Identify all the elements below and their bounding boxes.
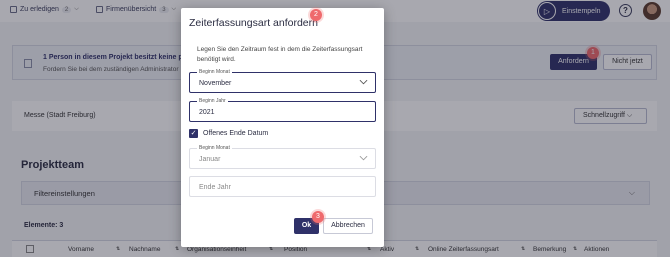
begin-jahr-label: Beginn Jahr	[197, 98, 228, 104]
begin-monat-label: Beginn Monat	[197, 69, 232, 75]
ende-jahr-field: Ende Jahr	[189, 176, 376, 197]
ende-jahr-placeholder: Ende Jahr	[199, 184, 231, 191]
ende-monat-value: Januar	[199, 156, 221, 163]
begin-monat-select[interactable]: Beginn Monat November	[189, 69, 376, 93]
offenes-ende-label: Offenes Ende Datum	[203, 130, 269, 137]
begin-jahr-value: 2021	[199, 109, 215, 116]
chevron-down-icon	[359, 155, 368, 161]
ende-monat-label: Beginn Monat	[197, 145, 232, 151]
chevron-down-icon	[359, 79, 368, 85]
begin-monat-value: November	[199, 80, 232, 87]
step-marker-2: 2	[310, 9, 322, 21]
ende-monat-select: Beginn Monat Januar	[189, 145, 376, 169]
dialog-title: Zeiterfassungsart anfordern	[189, 17, 318, 29]
zeiterfassungsart-dialog: Zeiterfassungsart anfordern Legen Sie de…	[181, 8, 384, 247]
step-marker-3: 3	[312, 211, 324, 223]
offenes-ende-checkbox[interactable]: ✓	[189, 129, 198, 138]
offenes-ende-checkbox-row[interactable]: ✓ Offenes Ende Datum	[189, 129, 268, 138]
abbrechen-button[interactable]: Abbrechen	[323, 218, 373, 234]
dialog-description: Legen Sie den Zeitraum fest in dem die Z…	[197, 46, 363, 63]
begin-jahr-field[interactable]: Beginn Jahr 2021	[189, 98, 376, 122]
